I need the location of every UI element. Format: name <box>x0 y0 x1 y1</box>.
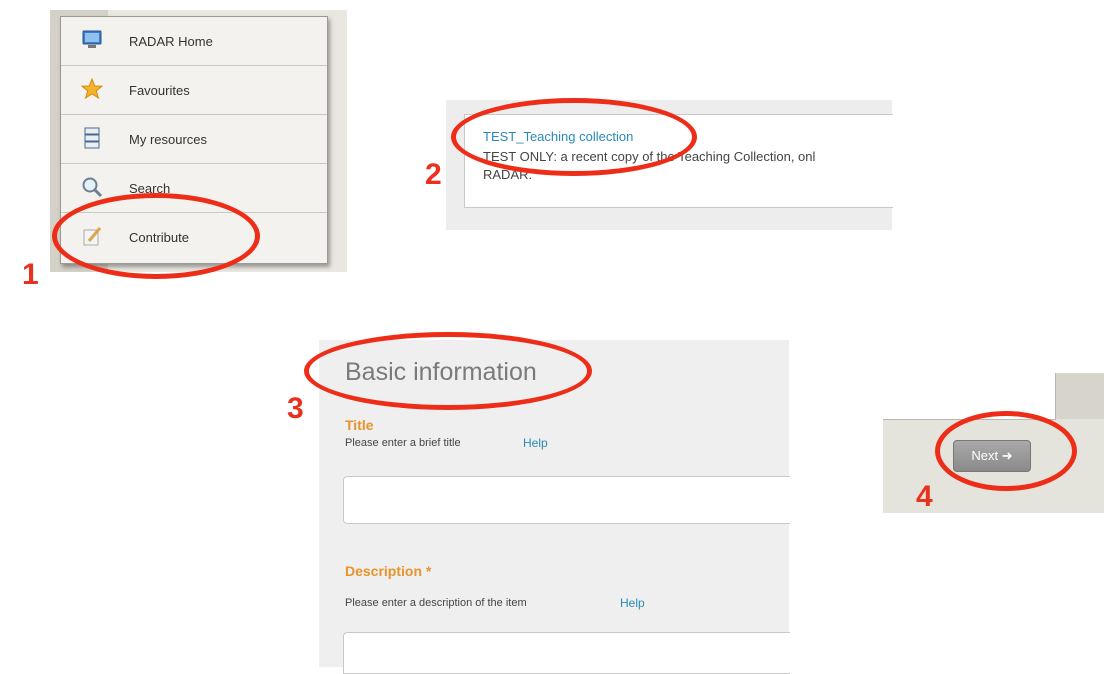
menu-item-label: Favourites <box>129 82 190 98</box>
highlight-ellipse-contribute <box>52 193 260 279</box>
description-field-label: Description * <box>345 563 432 579</box>
step-number-3: 3 <box>287 392 304 425</box>
menu-item-radar-home[interactable]: RADAR Home <box>61 17 327 66</box>
highlight-ellipse-basic-information <box>304 332 592 410</box>
stack-icon <box>81 127 103 149</box>
monitor-icon <box>81 29 103 51</box>
step-number-2: 2 <box>425 158 442 191</box>
title-field-label: Title <box>345 417 374 433</box>
step-number-1: 1 <box>22 258 39 291</box>
description-input[interactable] <box>343 632 790 674</box>
menu-item-my-resources[interactable]: My resources <box>61 115 327 164</box>
menu-item-favourites[interactable]: Favourites <box>61 66 327 115</box>
step-number-4: 4 <box>916 480 933 513</box>
title-help-link[interactable]: Help <box>523 436 548 450</box>
search-icon <box>81 176 103 198</box>
title-field-hint: Please enter a brief title <box>345 437 461 449</box>
description-field-hint: Please enter a description of the item <box>345 597 527 609</box>
title-input[interactable] <box>343 476 790 524</box>
star-icon <box>80 77 104 100</box>
highlight-ellipse-collection <box>451 98 697 176</box>
highlight-ellipse-next <box>935 411 1077 491</box>
menu-item-label: RADAR Home <box>129 33 213 49</box>
menu-item-label: My resources <box>129 131 208 147</box>
description-help-link[interactable]: Help <box>620 596 645 610</box>
